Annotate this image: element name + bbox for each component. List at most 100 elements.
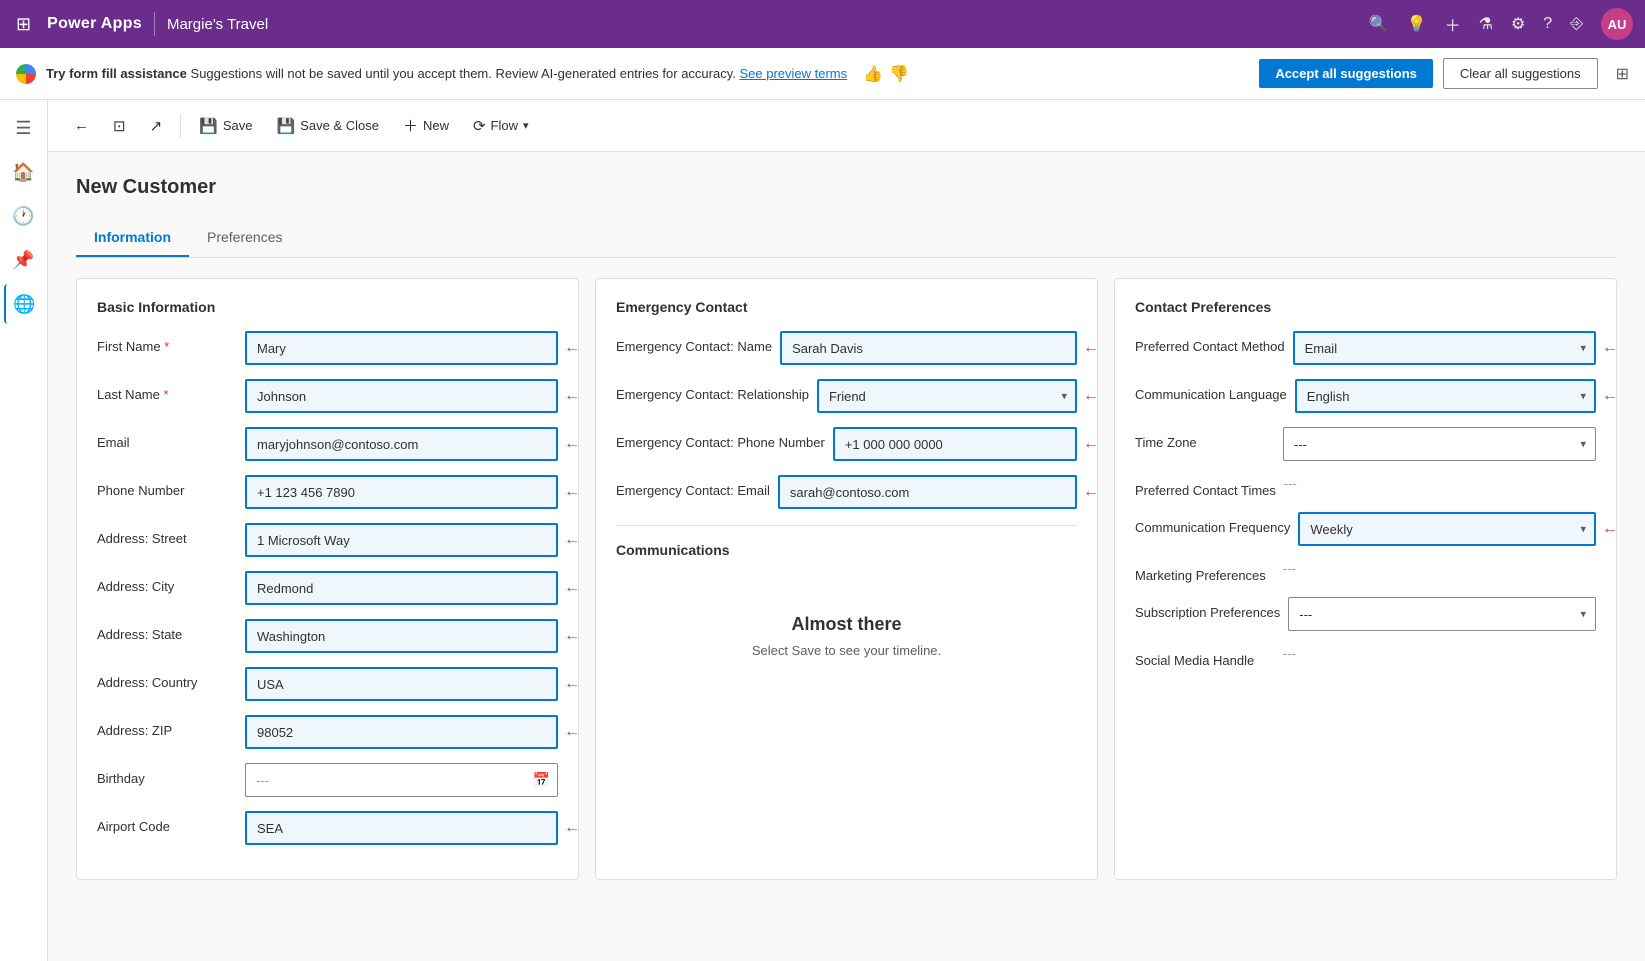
ai-feedback-buttons: 👍 👎 — [863, 64, 909, 84]
ai-suggestion-bar: Try form fill assistance Suggestions wil… — [0, 48, 1645, 100]
airport-input[interactable] — [245, 811, 558, 845]
last-name-input[interactable] — [245, 379, 558, 413]
email-input[interactable] — [245, 427, 558, 461]
filter-icon[interactable]: ⚗ — [1479, 14, 1493, 34]
back-button[interactable]: ← — [64, 111, 99, 140]
help-icon[interactable]: ? — [1543, 15, 1552, 33]
thumbs-up-icon[interactable]: 👍 — [863, 64, 883, 84]
avatar[interactable]: AU — [1601, 8, 1633, 40]
toolbar-divider — [180, 114, 181, 138]
phone-input[interactable] — [245, 475, 558, 509]
basic-info-panel: Basic Information First Name * ← — [76, 278, 579, 880]
sidebar-globe-icon[interactable]: 🌐 — [4, 284, 44, 324]
contact-preferences-title: Contact Preferences — [1135, 299, 1596, 315]
new-button[interactable]: ＋ New — [393, 109, 459, 142]
contact-times-row: Preferred Contact Times --- — [1135, 475, 1596, 498]
forward-button[interactable]: ↗ — [140, 111, 173, 141]
settings-icon[interactable]: ⚙ — [1511, 14, 1525, 34]
ai-arrow-indicator: ← — [564, 531, 580, 549]
preferred-method-select[interactable]: Email Phone Mail — [1293, 331, 1596, 365]
state-field: ← — [245, 619, 558, 653]
social-row: Social Media Handle --- — [1135, 645, 1596, 668]
frequency-select[interactable]: Weekly Daily Monthly — [1298, 512, 1596, 546]
sidebar-home-icon[interactable]: 🏠 — [4, 152, 44, 192]
tab-information[interactable]: Information — [76, 219, 189, 257]
sidebar-pin-icon[interactable]: 📌 — [4, 240, 44, 280]
tabs: Information Preferences — [76, 219, 1617, 258]
language-select[interactable]: English Spanish French — [1295, 379, 1596, 413]
birthday-input[interactable] — [245, 763, 558, 797]
ai-arrow-indicator: ← — [564, 387, 580, 405]
zip-row: Address: ZIP ← — [97, 715, 558, 749]
accept-all-button[interactable]: Accept all suggestions — [1259, 59, 1433, 88]
timezone-select[interactable]: --- — [1283, 427, 1596, 461]
toolbar: ← ⊡ ↗ 💾 Save 💾 Save & Close ＋ New ⟳ — [48, 100, 1645, 152]
last-name-field: ← — [245, 379, 558, 413]
phone-row: Phone Number ← — [97, 475, 558, 509]
ai-arrow-indicator: ← — [1083, 435, 1099, 453]
social-field: --- — [1283, 645, 1596, 661]
preferred-method-field: Email Phone Mail ▾ ← — [1293, 331, 1596, 365]
ai-arrow-indicator: ← — [564, 675, 580, 693]
preview-terms-link[interactable]: See preview terms — [739, 66, 847, 81]
tab-preferences[interactable]: Preferences — [189, 219, 300, 257]
frequency-row: Communication Frequency Weekly Daily Mon… — [1135, 512, 1596, 546]
emergency-phone-row: Emergency Contact: Phone Number ← — [616, 427, 1077, 461]
city-row: Address: City ← — [97, 571, 558, 605]
expand-icon[interactable]: ⊞ — [1616, 64, 1629, 84]
flow-button[interactable]: ⟳ Flow ▾ — [463, 111, 539, 141]
subscription-select[interactable]: --- — [1288, 597, 1596, 631]
emergency-email-input[interactable] — [778, 475, 1077, 509]
emergency-name-input[interactable] — [780, 331, 1077, 365]
restore-button[interactable]: ⊡ — [103, 111, 136, 141]
bulb-icon[interactable]: 💡 — [1407, 14, 1427, 34]
topbar-divider — [154, 12, 155, 36]
emergency-phone-field: ← — [833, 427, 1077, 461]
ai-logo-icon — [16, 64, 36, 84]
add-icon[interactable]: ＋ — [1445, 12, 1461, 36]
ai-arrow-indicator: ← — [564, 819, 580, 837]
page-content: New Customer Information Preferences Bas… — [48, 152, 1645, 904]
main-layout: ☰ 🏠 🕐 📌 🌐 ← ⊡ ↗ 💾 Save 💾 Save & — [0, 100, 1645, 961]
emergency-email-label: Emergency Contact: Email — [616, 475, 770, 498]
airport-field: ← — [245, 811, 558, 845]
remote-icon[interactable]: ⎆ — [1570, 15, 1583, 33]
city-input[interactable] — [245, 571, 558, 605]
emergency-name-row: Emergency Contact: Name ← — [616, 331, 1077, 365]
preferred-method-row: Preferred Contact Method Email Phone Mai… — [1135, 331, 1596, 365]
required-indicator: * — [164, 387, 169, 402]
city-label: Address: City — [97, 571, 237, 594]
language-row: Communication Language English Spanish F… — [1135, 379, 1596, 413]
search-icon[interactable]: 🔍 — [1369, 14, 1389, 34]
app-name: Margie's Travel — [167, 16, 268, 33]
language-field: English Spanish French ▾ ← — [1295, 379, 1596, 413]
state-input[interactable] — [245, 619, 558, 653]
topbar-icons: 🔍 💡 ＋ ⚗ ⚙ ? ⎆ AU — [1369, 8, 1633, 40]
emergency-email-row: Emergency Contact: Email ← — [616, 475, 1077, 509]
street-input[interactable] — [245, 523, 558, 557]
first-name-input[interactable] — [245, 331, 558, 365]
country-input[interactable] — [245, 667, 558, 701]
new-icon: ＋ — [403, 115, 418, 136]
email-field: ← — [245, 427, 558, 461]
zip-input[interactable] — [245, 715, 558, 749]
emergency-relationship-row: Emergency Contact: Relationship Friend F… — [616, 379, 1077, 413]
sidebar-menu-icon[interactable]: ☰ — [4, 108, 44, 148]
forward-icon: ↗ — [150, 117, 163, 135]
emergency-relationship-label: Emergency Contact: Relationship — [616, 379, 809, 402]
sidebar-recent-icon[interactable]: 🕐 — [4, 196, 44, 236]
subscription-field: --- ▾ — [1288, 597, 1596, 631]
thumbs-down-icon[interactable]: 👎 — [889, 64, 909, 84]
almost-there-text: Select Save to see your timeline. — [636, 643, 1057, 658]
emergency-relationship-select[interactable]: Friend Family Colleague — [817, 379, 1077, 413]
save-close-button[interactable]: 💾 Save & Close — [266, 111, 388, 141]
email-row: Email ← — [97, 427, 558, 461]
city-field: ← — [245, 571, 558, 605]
save-button[interactable]: 💾 Save — [189, 111, 262, 141]
social-label: Social Media Handle — [1135, 645, 1275, 668]
waffle-icon[interactable]: ⊞ — [12, 10, 35, 39]
almost-there-section: Almost there Select Save to see your tim… — [616, 574, 1077, 698]
emergency-phone-input[interactable] — [833, 427, 1077, 461]
ai-arrow-indicator: ← — [1602, 387, 1618, 405]
clear-all-button[interactable]: Clear all suggestions — [1443, 58, 1598, 89]
